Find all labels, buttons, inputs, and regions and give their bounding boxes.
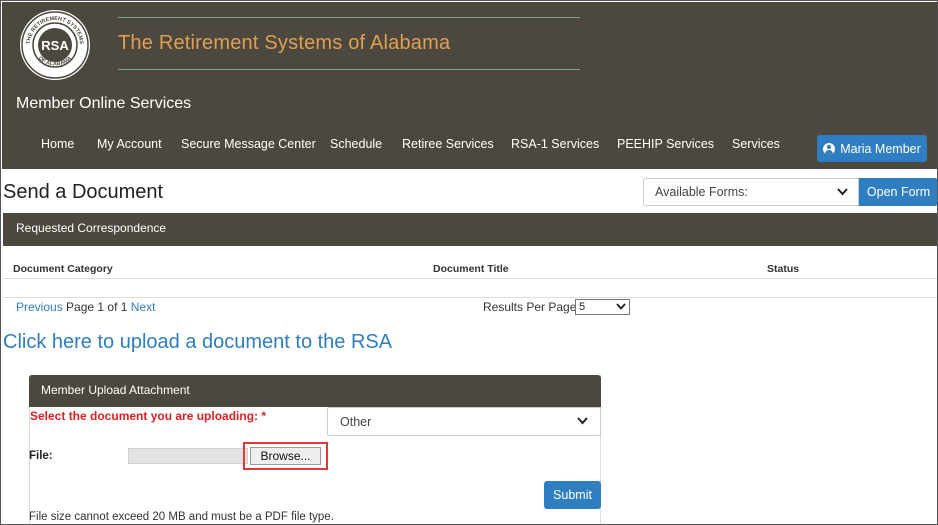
upload-document-link[interactable]: Click here to upload a document to the R… xyxy=(3,331,392,354)
file-size-note: File size cannot exceed 20 MB and must b… xyxy=(29,511,334,523)
chevron-down-icon xyxy=(837,188,848,196)
rsa-logo: RSA THE RETIREMENT SYSTEMS OF ALABAMA xyxy=(20,10,90,80)
submit-button[interactable]: Submit xyxy=(544,481,601,509)
file-name-field[interactable] xyxy=(128,448,248,464)
pager: Previous Page 1 of 1 Next xyxy=(16,300,155,314)
correspondence-table-empty-row xyxy=(3,280,937,298)
site-header: RSA THE RETIREMENT SYSTEMS OF ALABAMA Th… xyxy=(2,2,937,169)
nav-secure-message-center[interactable]: Secure Message Center xyxy=(181,137,316,151)
site-title: The Retirement Systems of Alabama xyxy=(118,32,451,54)
user-menu-button[interactable]: Maria Member xyxy=(817,135,927,162)
page-title: Send a Document xyxy=(3,181,164,203)
nav-rsa-1-services[interactable]: RSA-1 Services xyxy=(511,137,599,151)
main-nav: Home My Account Secure Message Center Sc… xyxy=(2,137,802,153)
nav-retiree-services[interactable]: Retiree Services xyxy=(402,137,494,151)
results-per-page-label: Results Per Page xyxy=(483,300,577,314)
available-forms-value: Available Forms: xyxy=(655,185,748,199)
file-label: File: xyxy=(29,450,53,462)
document-type-label: Select the document you are uploading: * xyxy=(30,409,267,423)
results-per-page-value: 5 xyxy=(579,301,586,313)
available-forms-select[interactable]: Available Forms: xyxy=(643,178,859,206)
document-type-value: Other xyxy=(340,415,372,429)
chevron-down-icon xyxy=(616,303,626,310)
title-divider-top xyxy=(118,17,580,18)
nav-my-account[interactable]: My Account xyxy=(97,137,162,151)
document-type-select[interactable]: Other xyxy=(327,407,601,436)
nav-peehip-services[interactable]: PEEHIP Services xyxy=(617,137,714,151)
user-name: Maria Member xyxy=(840,141,921,156)
nav-schedule[interactable]: Schedule xyxy=(330,137,382,151)
pager-page-text: Page 1 of 1 xyxy=(66,300,128,314)
column-document-title[interactable]: Document Title xyxy=(433,263,509,275)
open-form-button[interactable]: Open Form xyxy=(859,178,937,206)
pager-previous-link[interactable]: Previous xyxy=(16,300,63,314)
pager-next-link[interactable]: Next xyxy=(131,300,156,314)
page-frame: RSA THE RETIREMENT SYSTEMS OF ALABAMA Th… xyxy=(0,0,938,525)
column-document-category[interactable]: Document Category xyxy=(13,263,113,275)
user-icon xyxy=(823,142,836,155)
column-status[interactable]: Status xyxy=(767,263,799,275)
nav-services[interactable]: Services xyxy=(732,137,780,151)
title-divider-bottom xyxy=(118,69,580,70)
correspondence-table-header: Document Category Document Title Status xyxy=(3,259,937,279)
section-title: Member Online Services xyxy=(16,95,192,112)
upload-panel-header: Member Upload Attachment xyxy=(29,375,601,407)
chevron-down-icon xyxy=(577,417,588,425)
svg-text:RSA: RSA xyxy=(41,38,69,53)
results-per-page-select[interactable]: 5 xyxy=(575,299,630,315)
browse-button[interactable]: Browse... xyxy=(250,447,321,465)
requested-correspondence-header: Requested Correspondence xyxy=(3,213,937,246)
nav-home[interactable]: Home xyxy=(41,137,74,151)
